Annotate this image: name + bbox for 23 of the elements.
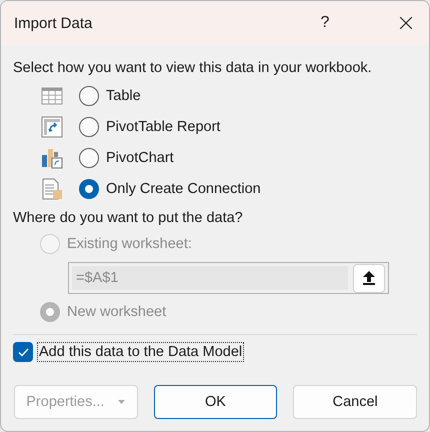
radio-button[interactable]: [79, 178, 99, 198]
checkbox-label[interactable]: Add this data to the Data Model: [37, 342, 244, 362]
option-label[interactable]: PivotTable Report: [106, 118, 220, 134]
location-prompt: Where do you want to put the data?: [13, 210, 244, 226]
check-icon: [18, 348, 28, 356]
window-title: Import Data: [14, 14, 94, 32]
option-label[interactable]: PivotChart: [106, 150, 174, 166]
radio-button[interactable]: [79, 148, 99, 168]
help-button[interactable]: ?: [305, 14, 345, 32]
pivot-table-icon: [41, 116, 63, 138]
dialog-button[interactable]: Cancel: [293, 385, 418, 419]
radio-button[interactable]: [79, 86, 99, 106]
document-icon: [41, 178, 63, 200]
option-label[interactable]: Only Create Connection: [106, 180, 261, 196]
dialog-button[interactable]: OK: [154, 385, 278, 419]
upload-arrow-icon: [363, 271, 375, 285]
radio-button[interactable]: [79, 116, 99, 136]
option-label[interactable]: Table: [106, 88, 141, 104]
view-prompt: Select how you want to view this data in your workbook.: [13, 60, 373, 76]
checkbox[interactable]: [13, 342, 33, 362]
table-icon: [41, 84, 63, 106]
pivot-chart-icon: [41, 146, 63, 168]
collapse-button[interactable]: [353, 264, 385, 292]
